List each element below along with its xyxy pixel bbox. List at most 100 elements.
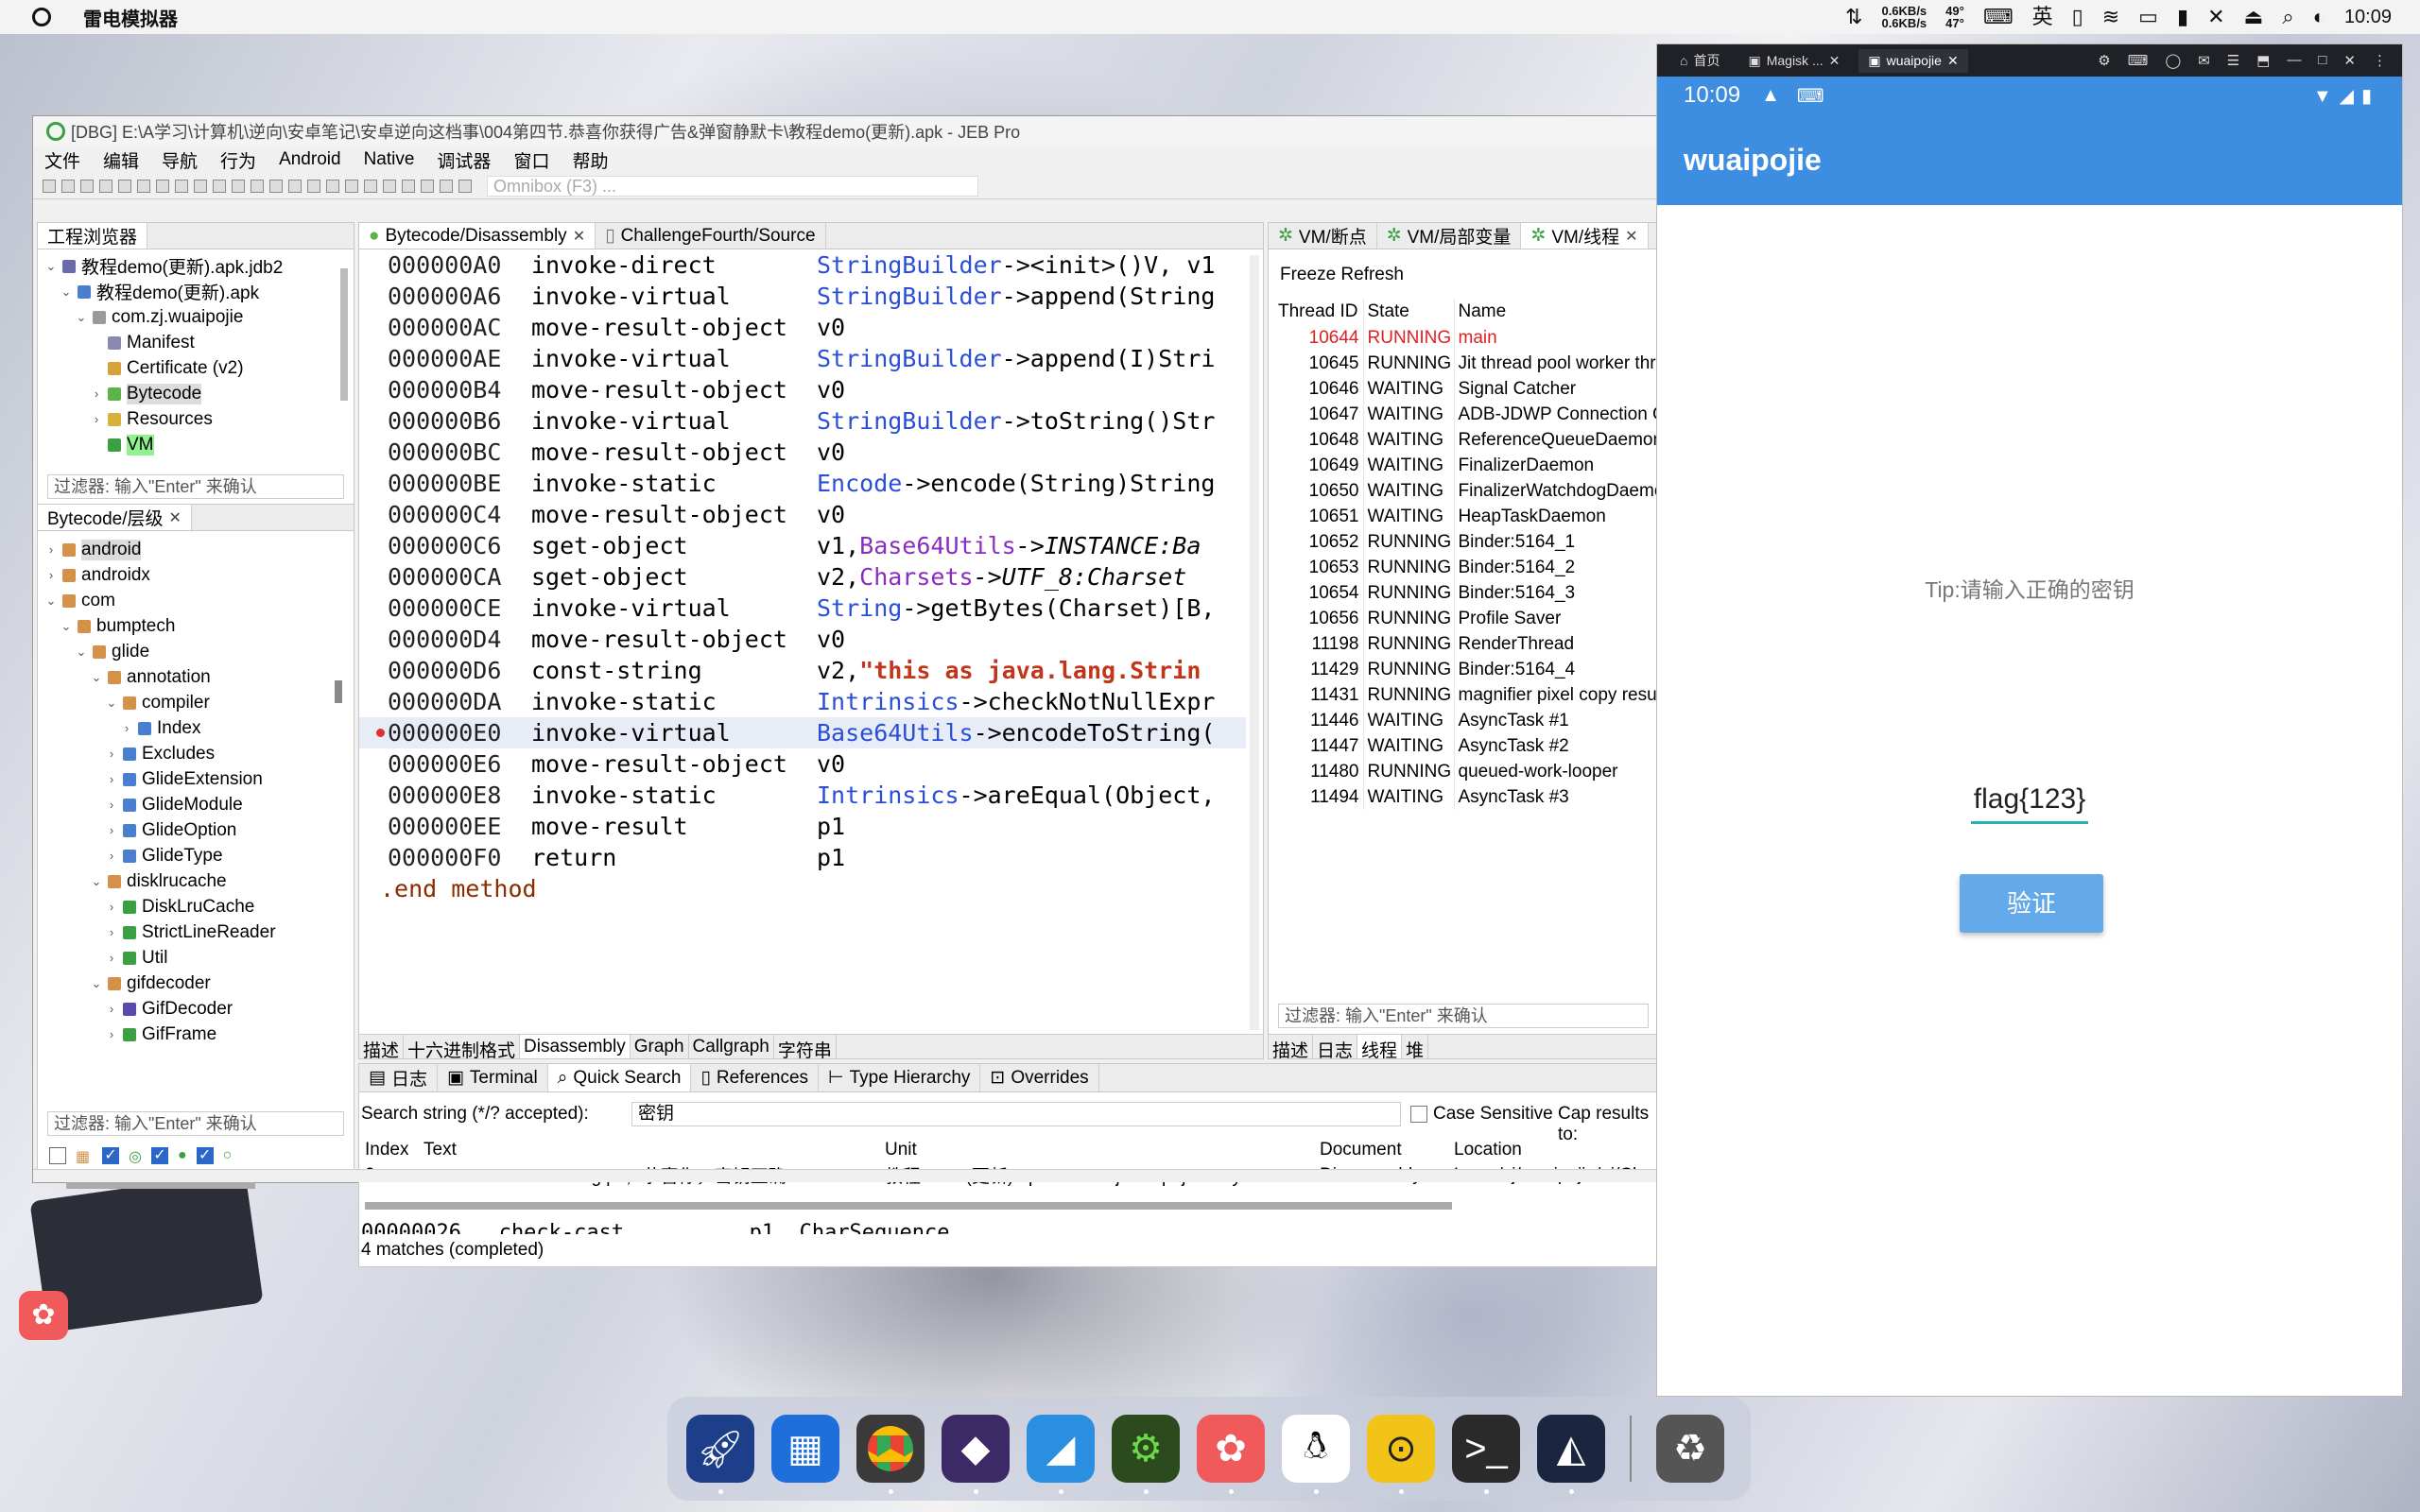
- expand-toggle-icon[interactable]: ›: [43, 568, 59, 582]
- step-into-icon[interactable]: [383, 179, 396, 193]
- tree-item[interactable]: ⌄ com.zj.wuaipojie: [38, 304, 354, 330]
- threads-filter-input[interactable]: 过滤器: 输入"Enter" 来确认: [1278, 1004, 1649, 1028]
- hierarchy-filter-input[interactable]: 过滤器: 输入"Enter" 来确认: [47, 1111, 344, 1136]
- tab-callgraph[interactable]: Callgraph: [689, 1035, 774, 1058]
- tab-home[interactable]: ⌂ 首页: [1670, 47, 1729, 74]
- tool-icon[interactable]: [307, 179, 320, 193]
- close-icon[interactable]: ✕: [2343, 52, 2356, 69]
- expand-toggle-icon[interactable]: ›: [104, 925, 119, 939]
- gamepad-icon[interactable]: ⌨: [2128, 52, 2149, 69]
- eject-icon[interactable]: ⏏: [2244, 7, 2264, 27]
- thread-row[interactable]: 10646 WAITING Signal Catcher: [1274, 376, 1657, 402]
- code-line[interactable]: 000000BC move-result-object v0: [359, 437, 1246, 468]
- thread-row[interactable]: 11198 RUNNING RenderThread: [1274, 631, 1657, 657]
- tree-item[interactable]: › StrictLineReader: [38, 919, 354, 945]
- tree-item[interactable]: › Resources: [38, 406, 354, 432]
- tool-icon[interactable]: [118, 179, 131, 193]
- tree-item[interactable]: › GlideType: [38, 843, 354, 868]
- tree-item[interactable]: › GifFrame: [38, 1022, 354, 1047]
- maximize-icon[interactable]: □: [2318, 52, 2326, 69]
- battery-icon[interactable]: ▮: [2177, 7, 2188, 27]
- col-location[interactable]: Location: [1450, 1138, 1658, 1162]
- col-unit[interactable]: Unit: [881, 1138, 1316, 1162]
- thread-row[interactable]: 11429 RUNNING Binder:5164_4: [1274, 657, 1657, 682]
- thread-row[interactable]: 11480 RUNNING queued-work-looper: [1274, 759, 1657, 784]
- menu-debugger[interactable]: 调试器: [437, 147, 491, 173]
- tree-item[interactable]: › GlideOption: [38, 817, 354, 843]
- debug-pause-icon[interactable]: [345, 179, 358, 193]
- code-line[interactable]: 000000B4 move-result-object v0: [359, 374, 1246, 405]
- tool-icon[interactable]: [194, 179, 207, 193]
- sidebar-icon[interactable]: ⋮: [2373, 52, 2387, 69]
- pin-icon[interactable]: ⬒: [2256, 52, 2270, 69]
- tool-icon[interactable]: [137, 179, 150, 193]
- expand-toggle-icon[interactable]: ⌄: [43, 259, 59, 274]
- debug-run-icon[interactable]: [326, 179, 339, 193]
- thread-row[interactable]: 10645 RUNNING Jit thread pool worker thre: [1274, 351, 1657, 376]
- expand-toggle-icon[interactable]: ⌄: [89, 874, 104, 889]
- tool-icon[interactable]: [251, 179, 264, 193]
- step-out-icon[interactable]: [421, 179, 434, 193]
- code-line[interactable]: 000000E0 invoke-virtual Base64Utils ->encod…: [359, 717, 1246, 748]
- tree-item[interactable]: ⌄ gifdecoder: [38, 971, 354, 996]
- tab-bytecode-hierarchy[interactable]: Bytecode/层级 ✕: [38, 505, 192, 530]
- netease-icon[interactable]: ✿: [1197, 1415, 1265, 1494]
- mute-icon[interactable]: ✕: [2207, 7, 2224, 27]
- tree-item[interactable]: › Bytecode: [38, 381, 354, 406]
- key-input[interactable]: flag{123}: [1971, 783, 2088, 824]
- code-line[interactable]: 000000EE move-result p1: [359, 811, 1246, 842]
- user-icon[interactable]: ◯: [2165, 52, 2181, 69]
- tree-item[interactable]: › android: [38, 537, 354, 562]
- code-line[interactable]: 000000DA invoke-static Intrinsics ->checkNo…: [359, 686, 1246, 717]
- checkbox[interactable]: [49, 1147, 66, 1164]
- close-icon[interactable]: ✕: [1829, 53, 1841, 69]
- minimize-icon[interactable]: —: [2287, 52, 2301, 69]
- code-line[interactable]: 000000A0 invoke-direct StringBuilder -><ini…: [359, 249, 1246, 281]
- tree-item[interactable]: Certificate (v2): [38, 355, 354, 381]
- tree-item[interactable]: ⌄ glide: [38, 639, 354, 664]
- freeform-icon[interactable]: ◢: [1027, 1415, 1095, 1494]
- omnibox-input[interactable]: Omnibox (F3) ...: [487, 175, 978, 197]
- close-icon[interactable]: ✕: [1625, 227, 1637, 246]
- thread-row[interactable]: 10644 RUNNING main: [1274, 325, 1657, 351]
- tree-item[interactable]: › Index: [38, 715, 354, 741]
- search-icon[interactable]: ⌕: [2282, 7, 2293, 27]
- tool-icon[interactable]: [440, 179, 453, 193]
- tree-item[interactable]: › androidx: [38, 562, 354, 588]
- expand-toggle-icon[interactable]: ⌄: [59, 284, 74, 300]
- code-line[interactable]: 000000D6 const-string v2, "this as java.la…: [359, 655, 1246, 686]
- expand-toggle-icon[interactable]: ›: [104, 951, 119, 965]
- menu-window[interactable]: 窗口: [513, 147, 549, 173]
- scrollbar[interactable]: [335, 680, 342, 703]
- close-icon[interactable]: ✕: [169, 508, 182, 527]
- col-name[interactable]: Name: [1454, 299, 1657, 325]
- menu-navigate[interactable]: 导航: [162, 147, 198, 173]
- menu-icon[interactable]: ☰: [2227, 52, 2239, 69]
- expand-toggle-icon[interactable]: ›: [43, 542, 59, 557]
- tree-item[interactable]: ⌄ disklrucache: [38, 868, 354, 894]
- code-type[interactable]: Intrinsics: [817, 782, 959, 809]
- tree-item[interactable]: › Util: [38, 945, 354, 971]
- code-line[interactable]: 000000CE invoke-virtual String ->getBytes(C…: [359, 593, 1246, 624]
- code-type[interactable]: Intrinsics: [817, 688, 959, 715]
- tab-graph[interactable]: Graph: [631, 1035, 689, 1058]
- code-type[interactable]: Base64Utils: [859, 532, 1016, 559]
- tab-threads[interactable]: 线程: [1357, 1035, 1403, 1061]
- tab-hex[interactable]: 十六进制格式: [404, 1035, 521, 1061]
- menu-android[interactable]: Android: [279, 149, 341, 170]
- tree-item[interactable]: ⌄ compiler: [38, 690, 354, 715]
- thread-row[interactable]: 10656 RUNNING Profile Saver: [1274, 606, 1657, 631]
- back-icon[interactable]: [156, 179, 169, 193]
- expand-toggle-icon[interactable]: ›: [104, 1002, 119, 1016]
- code-type[interactable]: Encode: [817, 470, 902, 497]
- code-line[interactable]: 000000C6 sget-object v1, Base64Utils ->INST…: [359, 530, 1246, 561]
- tool-icon[interactable]: [213, 179, 226, 193]
- code-line[interactable]: 000000E6 move-result-object v0: [359, 748, 1246, 780]
- tab-strings[interactable]: 字符串: [774, 1035, 837, 1061]
- checkbox-checked[interactable]: ✓: [150, 1147, 168, 1164]
- expand-toggle-icon[interactable]: ⌄: [89, 670, 104, 685]
- remote-desktop-icon[interactable]: ⊙: [1367, 1415, 1435, 1494]
- code-line[interactable]: 000000D4 move-result-object v0: [359, 624, 1246, 655]
- code-line[interactable]: 000000AE invoke-virtual StringBuilder ->app…: [359, 343, 1246, 374]
- windows-app-icon[interactable]: ▦: [771, 1415, 839, 1483]
